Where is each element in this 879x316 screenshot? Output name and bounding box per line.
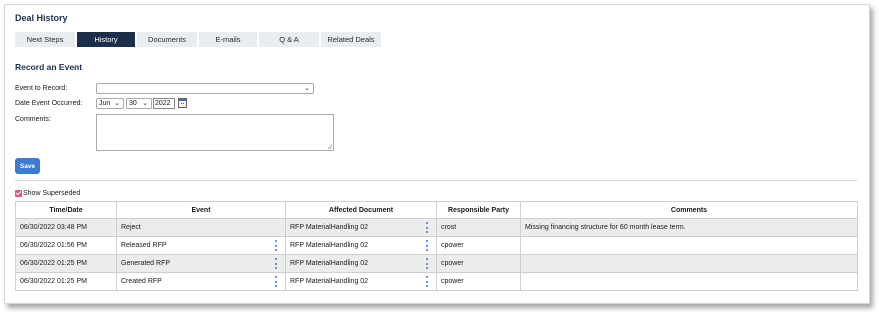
chevron-down-icon: ⌄ [114,100,120,107]
chevron-down-icon: ⌄ [142,100,148,107]
table-row: 06/30/2022 01:25 PM Created RFP RFP Mate… [15,272,858,291]
cell-document: RFP MaterialHandling 02 [285,218,437,237]
deal-history-panel: Deal History Next Steps History Document… [4,4,870,304]
kebab-menu-icon[interactable] [425,276,428,287]
cell-party: cpower [436,272,521,291]
kebab-menu-icon[interactable] [425,222,428,233]
cell-event: Generated RFP [116,254,286,273]
cell-comments [520,254,858,273]
cell-time: 06/30/2022 03:48 PM [15,218,117,237]
section-title: Record an Event [15,62,83,72]
cell-time: 06/30/2022 01:56 PM [15,236,117,255]
table-row: 06/30/2022 03:48 PM Reject RFP MaterialH… [15,218,858,237]
tab-q-and-a[interactable]: Q & A [259,32,319,47]
event-text: Generated RFP [121,260,171,267]
event-text: Reject [121,224,141,231]
column-header-affected-document[interactable]: Affected Document [285,201,437,219]
tab-label: Next Steps [26,35,64,44]
document-link[interactable]: RFP MaterialHandling 02 [290,260,368,267]
show-superseded-label: Show Superseded [23,190,81,197]
column-header-event[interactable]: Event [116,201,286,219]
page-title: Deal History [15,13,68,23]
day-select[interactable]: 30 ⌄ [126,98,152,109]
month-select[interactable]: Jun ⌄ [96,98,124,109]
save-button[interactable]: Save [15,158,40,174]
tab-history[interactable]: History [77,32,135,47]
cell-document: RFP MaterialHandling 02 [285,236,437,255]
show-superseded-checkbox[interactable] [15,190,22,197]
kebab-menu-icon[interactable] [425,258,428,269]
cell-comments: Missing financing structure for 60 month… [520,218,858,237]
document-link[interactable]: RFP MaterialHandling 02 [290,278,368,285]
cell-comments [520,236,858,255]
column-header-comments[interactable]: Comments [520,201,858,219]
column-header-time-date[interactable]: Time/Date [15,201,117,219]
cell-comments [520,272,858,291]
cell-time: 06/30/2022 01:25 PM [15,254,117,273]
day-value: 30 [129,100,137,107]
event-label: Event to Record: [15,85,68,92]
calendar-icon[interactable] [178,98,187,108]
tab-label: History [94,35,118,44]
column-header-responsible-party[interactable]: Responsible Party [436,201,521,219]
tab-next-steps[interactable]: Next Steps [15,32,75,47]
event-text: Created RFP [121,278,162,285]
tab-label: Related Deals [327,35,375,44]
event-select[interactable]: ⌄ [96,83,314,94]
tab-emails[interactable]: E-mails [199,32,257,47]
resize-grip-icon[interactable] [327,144,332,149]
table-header-row: Time/Date Event Affected Document Respon… [15,201,858,219]
date-label: Date Event Occurred: [15,100,83,107]
table-row: 06/30/2022 01:25 PM Generated RFP RFP Ma… [15,254,858,273]
comments-label: Comments: [15,116,51,123]
cell-party: crost [436,218,521,237]
month-value: Jun [99,100,111,107]
document-link[interactable]: RFP MaterialHandling 02 [290,242,368,249]
tab-label: E-mails [215,35,241,44]
kebab-menu-icon[interactable] [425,240,428,251]
chevron-down-icon: ⌄ [304,85,310,92]
comments-textarea[interactable] [96,114,334,151]
kebab-menu-icon[interactable] [274,258,277,269]
tab-label: Documents [148,35,186,44]
tab-bar: Next Steps History Documents E-mails Q &… [15,32,383,47]
tab-documents[interactable]: Documents [137,32,197,47]
tab-label: Q & A [279,35,299,44]
cell-document: RFP MaterialHandling 02 [285,254,437,273]
tab-related-deals[interactable]: Related Deals [321,32,381,47]
event-text: Released RFP [121,242,167,249]
cell-document: RFP MaterialHandling 02 [285,272,437,291]
cell-event: Created RFP [116,272,286,291]
table-row: 06/30/2022 01:56 PM Released RFP RFP Mat… [15,236,858,255]
kebab-menu-icon[interactable] [274,276,277,287]
cell-event: Released RFP [116,236,286,255]
year-input[interactable]: 2022 [153,98,175,109]
cell-event: Reject [116,218,286,237]
history-table: Time/Date Event Affected Document Respon… [15,201,858,291]
divider [15,180,857,181]
cell-party: cpower [436,254,521,273]
cell-time: 06/30/2022 01:25 PM [15,272,117,291]
document-link[interactable]: RFP MaterialHandling 02 [290,224,368,231]
kebab-menu-icon[interactable] [274,240,277,251]
cell-party: cpower [436,236,521,255]
